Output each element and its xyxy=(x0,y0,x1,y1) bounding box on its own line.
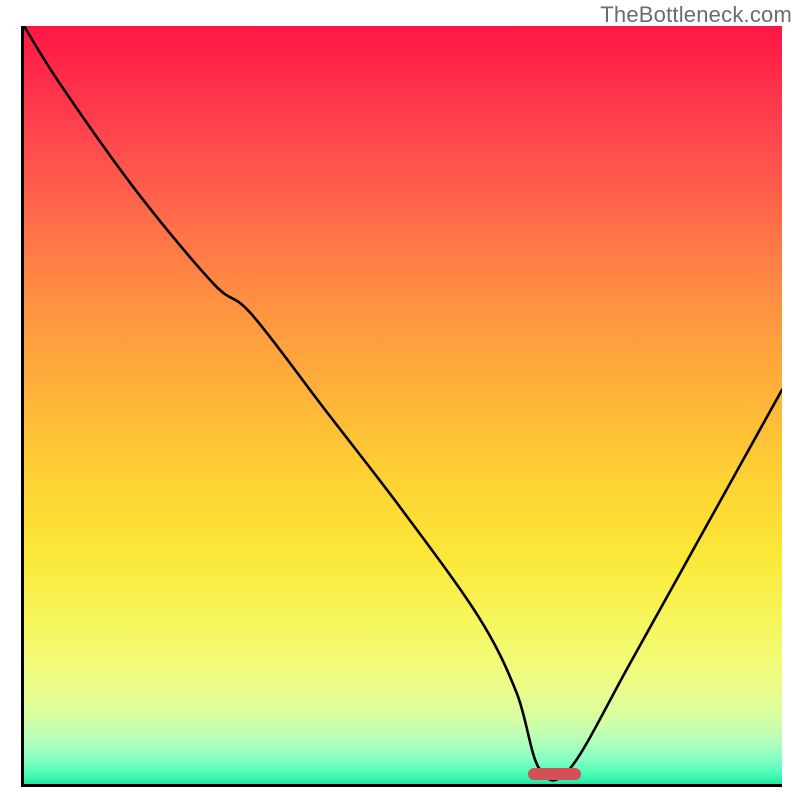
bottleneck-curve xyxy=(24,26,782,784)
chart-wrapper: TheBottleneck.com xyxy=(0,0,800,800)
watermark-text: TheBottleneck.com xyxy=(600,2,792,28)
plot-area xyxy=(21,26,782,787)
optimum-marker xyxy=(528,768,581,780)
